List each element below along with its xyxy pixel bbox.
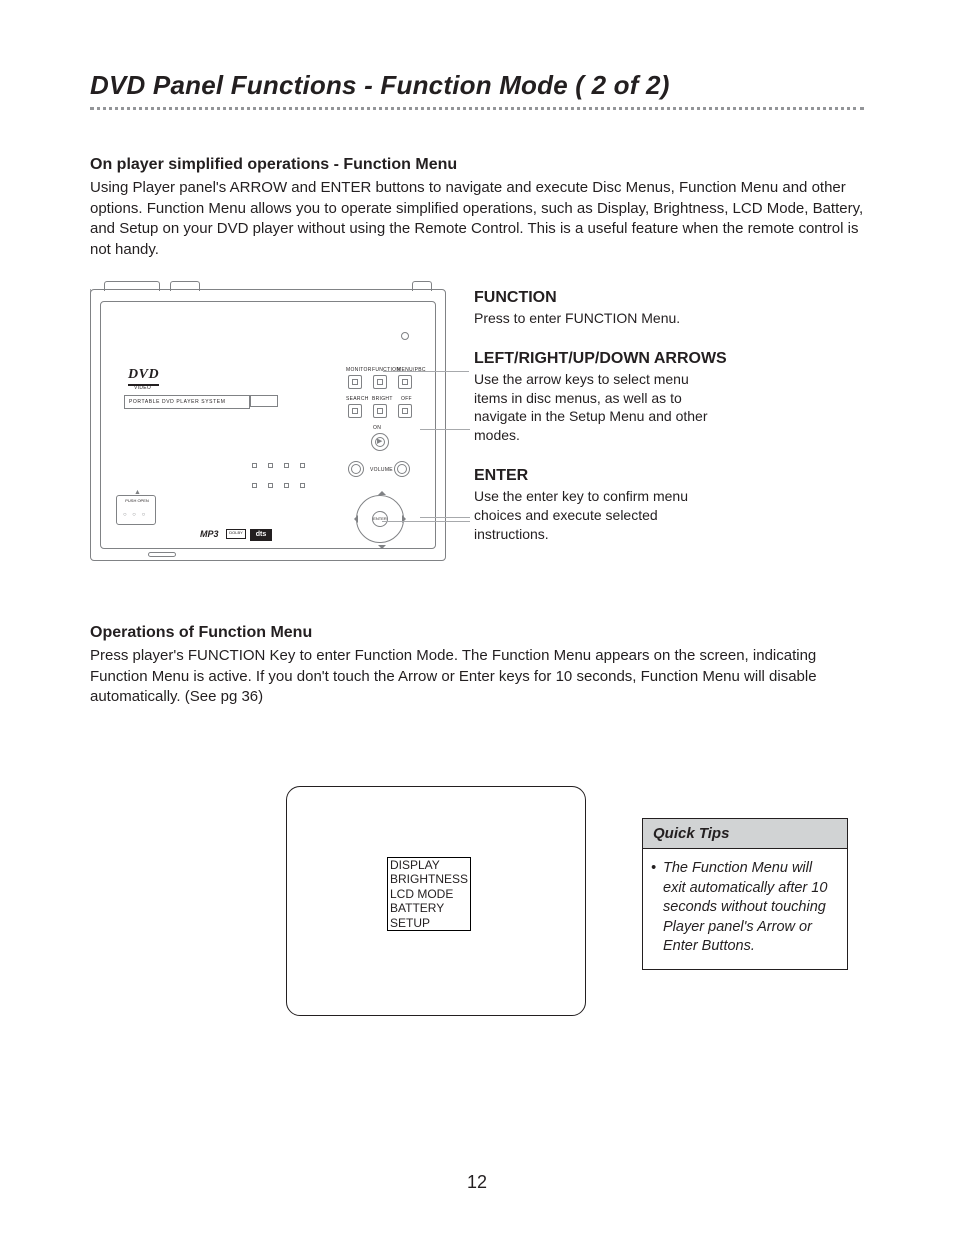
small-button-icon bbox=[268, 483, 273, 488]
power-knob-icon bbox=[371, 433, 389, 451]
leader-line bbox=[382, 521, 470, 522]
callout-function: FUNCTION Press to enter FUNCTION Menu. bbox=[474, 289, 864, 328]
callout-body: Use the arrow keys to select menu items … bbox=[474, 370, 718, 446]
page-title: DVD Panel Functions - Function Mode ( 2 … bbox=[90, 70, 864, 101]
leader-line bbox=[420, 517, 470, 518]
volume-up-icon bbox=[394, 461, 410, 477]
small-button-icon bbox=[300, 463, 305, 468]
dts-logo: dts bbox=[250, 529, 272, 541]
quick-tips-list: The Function Menu will exit automaticall… bbox=[643, 849, 847, 969]
dvd-logo-sub: VIDEO bbox=[134, 385, 151, 391]
menu-item: LCD MODE bbox=[388, 887, 470, 901]
button-label: MENU/PBC bbox=[397, 367, 426, 373]
tv-screen-illustration: DISPLAY BRIGHTNESS LCD MODE BATTERY SETU… bbox=[286, 786, 586, 1016]
callouts-column: FUNCTION Press to enter FUNCTION Menu. L… bbox=[474, 289, 864, 566]
dvd-player-diagram: DVD VIDEO PORTABLE DVD PLAYER SYSTEM MON… bbox=[90, 289, 446, 561]
menu-item: BATTERY bbox=[388, 901, 470, 915]
callout-enter: ENTER Use the enter key to confirm menu … bbox=[474, 467, 864, 544]
panel-button-icon bbox=[373, 404, 387, 418]
panel-button-icon bbox=[348, 404, 362, 418]
eject-button-icon: ▲ PUSH OPEN ○ ○ ○ bbox=[116, 495, 156, 525]
manual-page: DVD Panel Functions - Function Mode ( 2 … bbox=[0, 0, 954, 1235]
button-label: SEARCH bbox=[346, 396, 369, 402]
quick-tips-heading: Quick Tips bbox=[643, 819, 847, 849]
volume-down-icon bbox=[348, 461, 364, 477]
button-label: FUNCTION bbox=[372, 367, 400, 373]
callout-heading: ENTER bbox=[474, 467, 864, 485]
dolby-logo: DOLBY bbox=[226, 529, 246, 539]
device-label: PORTABLE DVD PLAYER SYSTEM bbox=[124, 395, 250, 409]
mp3-logo: MP3 bbox=[200, 529, 219, 539]
enter-button-icon: ENTER bbox=[372, 511, 388, 527]
menu-item: DISPLAY bbox=[388, 858, 470, 872]
callout-body: Use the enter key to confirm menu choice… bbox=[474, 487, 700, 544]
small-button-icon bbox=[268, 463, 273, 468]
panel-button-icon bbox=[373, 375, 387, 389]
callout-body: Press to enter FUNCTION Menu. bbox=[474, 309, 864, 328]
volume-label: VOLUME bbox=[370, 467, 393, 473]
small-button-icon bbox=[252, 483, 257, 488]
button-label: BRIGHT bbox=[372, 396, 393, 402]
callout-arrows: LEFT/RIGHT/UP/DOWN ARROWS Use the arrow … bbox=[474, 350, 864, 446]
menu-item: SETUP bbox=[388, 916, 470, 930]
section2-heading: Operations of Function Menu bbox=[90, 624, 864, 642]
eject-dots-icon: ○ ○ ○ bbox=[123, 512, 147, 518]
section2-body: Press player's FUNCTION Key to enter Fun… bbox=[90, 646, 864, 708]
section1-heading: On player simplified operations - Functi… bbox=[90, 156, 864, 174]
dpad-icon: ENTER bbox=[348, 487, 412, 551]
eject-label: PUSH OPEN bbox=[115, 498, 159, 503]
small-button-icon bbox=[284, 483, 289, 488]
slot-icon bbox=[148, 552, 176, 557]
panel-button-icon bbox=[348, 375, 362, 389]
display-window bbox=[250, 395, 278, 407]
ir-sensor-icon bbox=[401, 332, 409, 340]
menu-item: BRIGHTNESS bbox=[388, 872, 470, 886]
arrow-left-icon bbox=[350, 515, 358, 523]
button-label: MONITOR bbox=[346, 367, 372, 373]
callout-heading: FUNCTION bbox=[474, 289, 864, 307]
small-button-icon bbox=[300, 483, 305, 488]
leader-line bbox=[383, 371, 469, 372]
quick-tip-item: The Function Menu will exit automaticall… bbox=[663, 859, 837, 957]
dvd-logo: DVD bbox=[128, 367, 159, 386]
panel-button-icon bbox=[398, 375, 412, 389]
panel-button-icon bbox=[398, 404, 412, 418]
page-number: 12 bbox=[0, 1172, 954, 1193]
leader-line bbox=[420, 429, 470, 430]
arrow-down-icon bbox=[378, 545, 386, 553]
quick-tips-box: Quick Tips The Function Menu will exit a… bbox=[642, 818, 848, 970]
arrow-up-icon bbox=[378, 487, 386, 495]
on-label: ON bbox=[373, 425, 381, 431]
section1-body: Using Player panel's ARROW and ENTER but… bbox=[90, 178, 864, 261]
small-button-icon bbox=[284, 463, 289, 468]
callout-heading: LEFT/RIGHT/UP/DOWN ARROWS bbox=[474, 350, 864, 368]
dotted-rule bbox=[90, 107, 864, 110]
diagram-row: DVD VIDEO PORTABLE DVD PLAYER SYSTEM MON… bbox=[90, 289, 864, 566]
function-menu-box: DISPLAY BRIGHTNESS LCD MODE BATTERY SETU… bbox=[387, 857, 471, 931]
eject-arrow-icon: ▲ bbox=[134, 489, 141, 496]
section2-row: DISPLAY BRIGHTNESS LCD MODE BATTERY SETU… bbox=[90, 786, 864, 1016]
small-button-icon bbox=[252, 463, 257, 468]
button-label: OFF bbox=[401, 396, 412, 402]
